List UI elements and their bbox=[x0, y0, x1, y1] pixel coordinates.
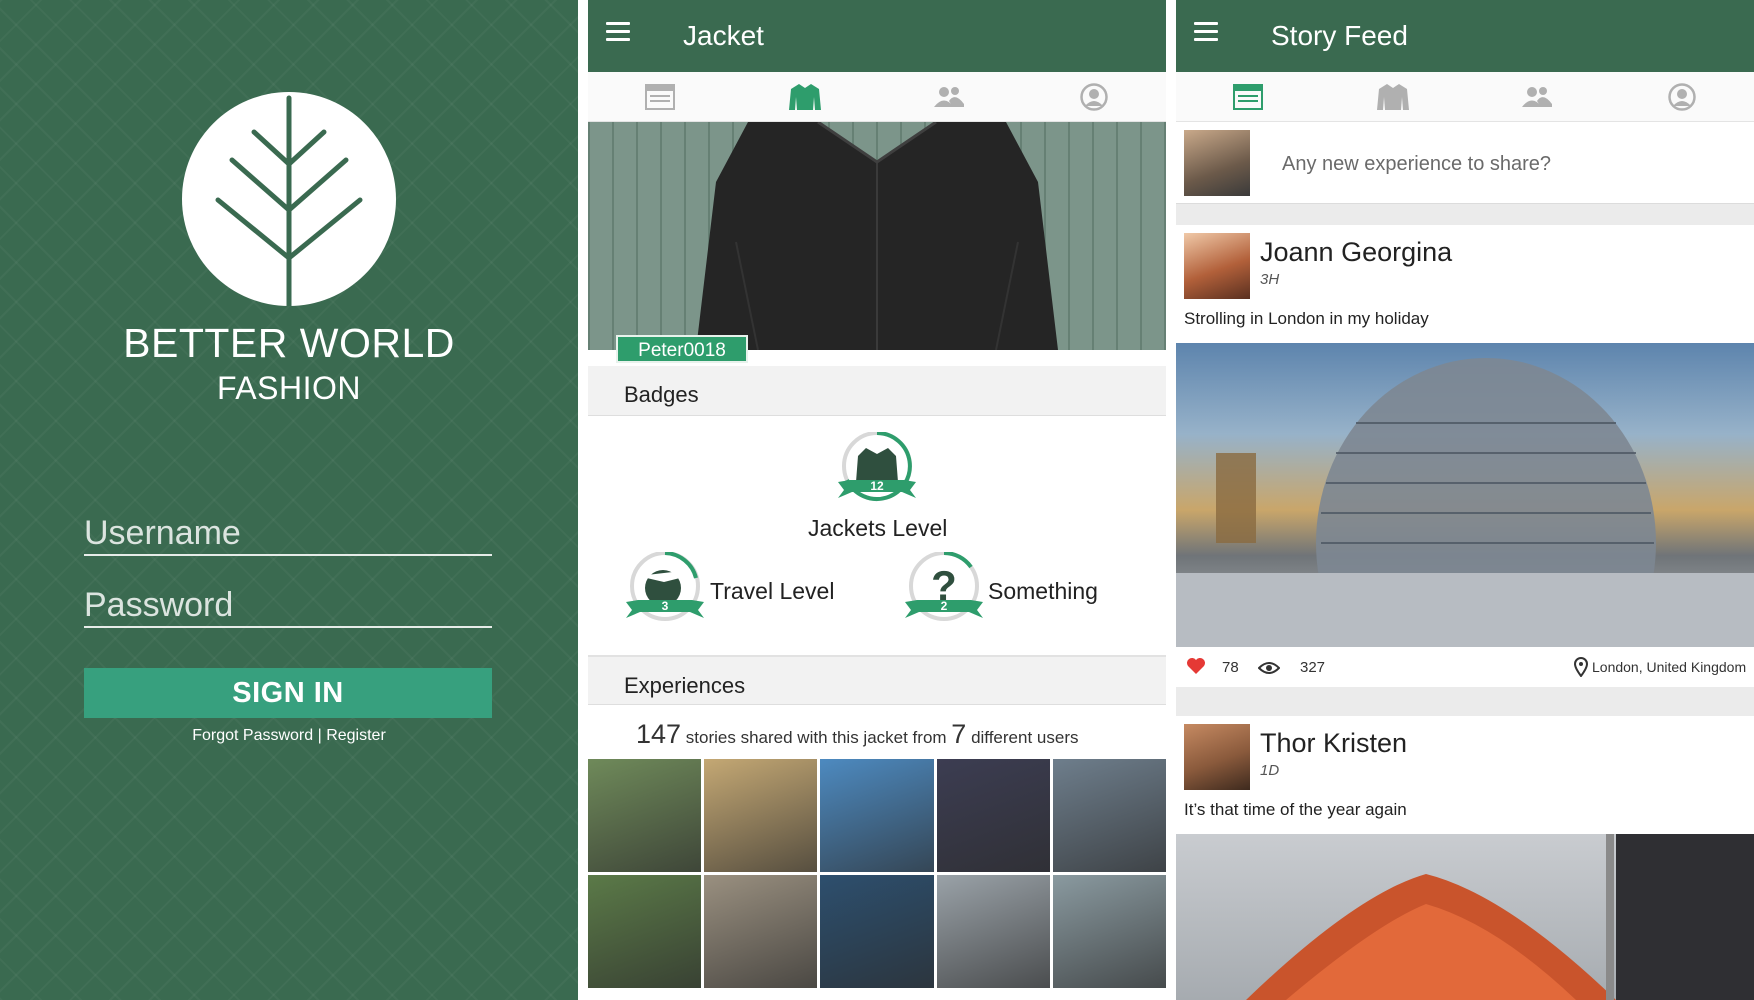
jacket-tab-bar bbox=[588, 72, 1166, 122]
author-name[interactable]: Joann Georgina bbox=[1260, 237, 1452, 268]
feed-app-bar: Story Feed bbox=[1176, 0, 1754, 72]
tab-people[interactable] bbox=[1465, 72, 1610, 121]
experience-photo[interactable] bbox=[588, 759, 702, 872]
experience-photo[interactable] bbox=[1052, 875, 1166, 988]
feed-tab-bar bbox=[1176, 72, 1754, 122]
link-separator: | bbox=[313, 727, 327, 744]
story-card: Joann Georgina 3H Strolling in London in… bbox=[1176, 225, 1754, 687]
tab-jacket[interactable] bbox=[1321, 72, 1466, 121]
travel-level-label: Travel Level bbox=[710, 578, 835, 604]
post-location[interactable]: London, United Kingdom bbox=[1592, 659, 1746, 675]
jacket-photo bbox=[588, 122, 1166, 350]
experience-photo[interactable] bbox=[820, 759, 934, 872]
experience-photo[interactable] bbox=[704, 875, 818, 988]
jacket-screen: Jacket Peter0018 Badges 12 Jackets Level… bbox=[588, 0, 1166, 1000]
something-label: Something bbox=[988, 578, 1098, 604]
experience-photo[interactable] bbox=[820, 875, 934, 988]
badges-heading: Badges bbox=[588, 366, 1166, 416]
brand-subtitle: FASHION bbox=[217, 370, 361, 406]
profile-icon bbox=[1668, 82, 1696, 111]
tab-jacket[interactable] bbox=[733, 72, 878, 121]
jacket-app-bar: Jacket bbox=[588, 0, 1166, 72]
login-screen: BETTER WORLD FASHION SIGN IN Forgot Pass… bbox=[0, 0, 578, 1000]
experience-photo-grid bbox=[588, 759, 1166, 988]
story-feed-screen: Story Feed Joann Georgina 3H Strolling i… bbox=[1176, 0, 1754, 1000]
brand-name: BETTER WORLD bbox=[123, 320, 455, 366]
menu-icon[interactable] bbox=[1194, 22, 1224, 48]
post-text: It’s that time of the year again bbox=[1184, 800, 1407, 819]
password-field-wrapper bbox=[84, 572, 492, 628]
likes-count: 78 bbox=[1222, 659, 1239, 676]
tab-profile[interactable] bbox=[1610, 72, 1754, 121]
badge-level-number: 2 bbox=[941, 599, 948, 613]
experience-photo[interactable] bbox=[936, 759, 1050, 872]
avatar[interactable] bbox=[1184, 724, 1250, 790]
location-pin-icon bbox=[1573, 657, 1589, 681]
badge-level-number: 12 bbox=[870, 479, 884, 493]
new-story-input[interactable] bbox=[1282, 146, 1732, 182]
password-input[interactable] bbox=[84, 572, 492, 626]
author-name[interactable]: Thor Kristen bbox=[1260, 728, 1407, 759]
jackets-level-badge-icon[interactable]: 12 bbox=[836, 432, 918, 506]
experience-photo[interactable] bbox=[936, 875, 1050, 988]
post-photo[interactable] bbox=[1176, 343, 1754, 687]
badge-level-number: 3 bbox=[662, 599, 669, 613]
sign-in-button[interactable]: SIGN IN bbox=[84, 668, 492, 718]
users-text: different users bbox=[971, 728, 1079, 747]
feed-icon bbox=[1233, 83, 1264, 110]
post-photo[interactable] bbox=[1176, 834, 1754, 1000]
jacket-icon bbox=[788, 83, 821, 110]
forgot-password-link[interactable]: Forgot Password bbox=[192, 727, 313, 744]
post-time: 1D bbox=[1260, 762, 1280, 779]
tab-feed[interactable] bbox=[1176, 72, 1321, 121]
stories-summary: 147 stories shared with this jacket from… bbox=[636, 719, 1078, 750]
stories-text: stories shared with this jacket from bbox=[685, 728, 947, 747]
something-badge-icon[interactable]: ? 2 bbox=[903, 552, 985, 626]
story-card: Thor Kristen 1D It’s that time of the ye… bbox=[1176, 716, 1754, 1000]
heart-icon[interactable] bbox=[1186, 657, 1206, 679]
feed-icon bbox=[645, 83, 676, 110]
profile-icon bbox=[1080, 82, 1108, 111]
tab-people[interactable] bbox=[877, 72, 1022, 121]
post-text: Strolling in London in my holiday bbox=[1184, 309, 1429, 328]
avatar[interactable] bbox=[1184, 233, 1250, 299]
story-composer bbox=[1176, 122, 1754, 204]
experiences-heading: Experiences bbox=[588, 655, 1166, 705]
people-icon bbox=[934, 86, 965, 107]
login-links: Forgot Password | Register bbox=[0, 727, 578, 745]
tab-feed[interactable] bbox=[588, 72, 733, 121]
travel-level-badge-icon[interactable]: 3 bbox=[624, 552, 706, 626]
users-count: 7 bbox=[951, 719, 967, 749]
post-stats: 78 327 London, United Kingdom bbox=[1176, 653, 1754, 683]
people-icon bbox=[1522, 86, 1553, 107]
page-title: Story Feed bbox=[1271, 20, 1408, 51]
page-title: Jacket bbox=[683, 20, 764, 51]
avatar[interactable] bbox=[1184, 130, 1250, 196]
post-time: 3H bbox=[1260, 271, 1280, 288]
tab-profile[interactable] bbox=[1022, 72, 1167, 121]
jacket-icon bbox=[1376, 83, 1409, 110]
jackets-level-label: Jackets Level bbox=[808, 515, 948, 541]
stories-count: 147 bbox=[636, 719, 682, 749]
eye-icon bbox=[1257, 661, 1281, 679]
experience-photo[interactable] bbox=[704, 759, 818, 872]
owner-username-tag[interactable]: Peter0018 bbox=[616, 335, 748, 363]
views-count: 327 bbox=[1300, 659, 1326, 676]
username-field-wrapper bbox=[84, 500, 492, 556]
experience-photo[interactable] bbox=[588, 875, 702, 988]
register-link[interactable]: Register bbox=[326, 727, 386, 744]
username-input[interactable] bbox=[84, 500, 492, 554]
leaf-logo-icon bbox=[182, 92, 396, 306]
experience-photo[interactable] bbox=[1052, 759, 1166, 872]
menu-icon[interactable] bbox=[606, 22, 636, 48]
